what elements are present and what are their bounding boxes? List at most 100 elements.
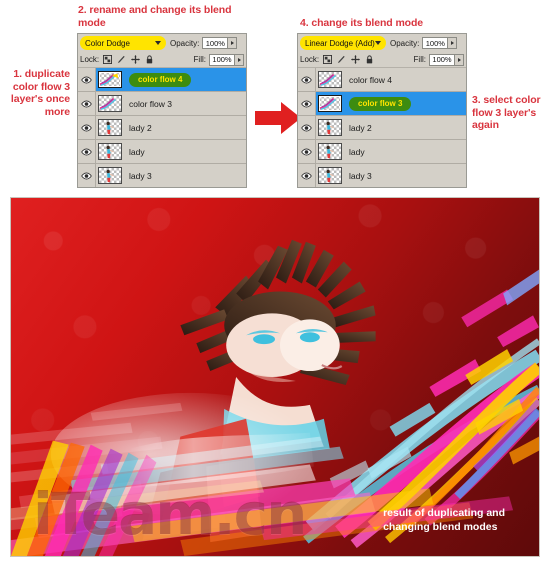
- table-row[interactable]: lady 2: [298, 116, 466, 140]
- layer-visibility-toggle[interactable]: [298, 164, 316, 187]
- layer-name[interactable]: lady 3: [349, 171, 372, 181]
- blend-mode-dropdown[interactable]: Linear Dodge (Add): [300, 36, 386, 50]
- layer-thumbnail-lady[interactable]: [98, 167, 122, 184]
- lock-icon-group: [103, 55, 154, 64]
- lock-row: Lock: Fill: 100%: [78, 52, 246, 68]
- fill-control: Fill: 100%: [413, 53, 464, 66]
- eye-icon: [301, 148, 312, 155]
- lock-image-pixels-icon[interactable]: [117, 55, 126, 64]
- fill-input[interactable]: 100%: [209, 53, 235, 66]
- opacity-control: Opacity: 100%: [170, 37, 238, 49]
- lock-image-pixels-icon[interactable]: [337, 55, 346, 64]
- opacity-input[interactable]: 100%: [422, 37, 449, 49]
- layer-name[interactable]: lady: [349, 147, 365, 157]
- lock-label: Lock:: [80, 55, 100, 64]
- blend-mode-row: Linear Dodge (Add) Opacity: 100%: [298, 34, 466, 52]
- layer-visibility-toggle[interactable]: [78, 68, 96, 91]
- eye-icon: [301, 100, 312, 107]
- eye-icon: [81, 172, 92, 179]
- layer-visibility-toggle[interactable]: [78, 140, 96, 163]
- fill-control: Fill: 100%: [193, 53, 244, 66]
- table-row[interactable]: color flow 4: [298, 68, 466, 92]
- layer-thumbnail-lady[interactable]: [98, 143, 122, 160]
- table-row[interactable]: color flow 4: [78, 68, 246, 92]
- layer-name[interactable]: color flow 4: [349, 75, 392, 85]
- layer-visibility-toggle[interactable]: [78, 116, 96, 139]
- blend-mode-value: Linear Dodge (Add): [305, 38, 375, 48]
- color-flow-thumb-art: [319, 73, 336, 86]
- layer-visibility-toggle[interactable]: [298, 140, 316, 163]
- color-flow-thumb-art: [319, 97, 336, 110]
- layer-thumbnail-lady[interactable]: [318, 167, 342, 184]
- lock-transparent-pixels-icon[interactable]: [323, 55, 333, 64]
- layer-thumbnail-lady[interactable]: [318, 119, 342, 136]
- lock-position-icon[interactable]: [131, 55, 141, 64]
- lock-icon-group: [323, 55, 374, 64]
- table-row[interactable]: lady 3: [78, 164, 246, 187]
- lady-thumb-art: [326, 121, 334, 135]
- fill-label: Fill:: [413, 55, 426, 64]
- opacity-label: Opacity:: [390, 38, 420, 48]
- layer-thumbnail-color-flow[interactable]: [318, 95, 342, 112]
- layer-name[interactable]: lady 2: [129, 123, 152, 133]
- layer-visibility-toggle[interactable]: [298, 116, 316, 139]
- fill-stepper[interactable]: [455, 53, 464, 66]
- lock-all-icon[interactable]: [145, 55, 154, 64]
- opacity-input[interactable]: 100%: [202, 37, 229, 49]
- eye-icon: [301, 76, 312, 83]
- red-arrow-icon: [255, 102, 301, 134]
- table-row[interactable]: lady: [298, 140, 466, 164]
- table-row[interactable]: color flow 3: [78, 92, 246, 116]
- color-flow-thumb-art: [99, 97, 116, 110]
- lady-thumb-art: [326, 169, 334, 183]
- lock-label: Lock:: [300, 55, 320, 64]
- table-row[interactable]: color flow 3: [298, 92, 466, 116]
- layer-thumbnail-lady[interactable]: [98, 119, 122, 136]
- layer-name[interactable]: lady 2: [349, 123, 372, 133]
- layer-name[interactable]: lady 3: [129, 171, 152, 181]
- opacity-stepper[interactable]: [228, 37, 238, 49]
- layer-name[interactable]: lady: [129, 147, 145, 157]
- fill-label: Fill:: [193, 55, 206, 64]
- layer-visibility-toggle[interactable]: [298, 92, 316, 115]
- blend-mode-value: Color Dodge: [85, 38, 130, 48]
- lock-row: Lock: Fill: 100%: [298, 52, 466, 68]
- annotation-step-1: 1. duplicate color flow 3 layer's once m…: [10, 68, 70, 118]
- fill-stepper[interactable]: [235, 53, 244, 66]
- eye-icon: [81, 148, 92, 155]
- annotation-step-4: 4. change its blend mode: [300, 17, 424, 29]
- layer-thumbnail-color-flow[interactable]: [98, 71, 122, 88]
- layer-thumbnail-color-flow[interactable]: [98, 95, 122, 112]
- opacity-stepper[interactable]: [448, 37, 458, 49]
- layer-visibility-toggle[interactable]: [78, 164, 96, 187]
- layer-name[interactable]: color flow 3: [129, 99, 172, 109]
- lock-position-icon[interactable]: [351, 55, 361, 64]
- chevron-down-icon: [155, 41, 161, 45]
- table-row[interactable]: lady 3: [298, 164, 466, 187]
- layer-thumbnail-lady[interactable]: [318, 143, 342, 160]
- color-flow-thumb-art: [99, 73, 119, 86]
- annotation-step-2: 2. rename and change its blend mode: [78, 4, 232, 29]
- layer-name[interactable]: color flow 3: [349, 96, 412, 111]
- table-row[interactable]: lady 2: [78, 116, 246, 140]
- layer-visibility-toggle[interactable]: [78, 92, 96, 115]
- lady-thumb-art: [106, 169, 114, 183]
- layers-list: color flow 4 color flow 3 lady 2 lady la…: [78, 68, 246, 187]
- chevron-down-icon: [375, 41, 381, 45]
- eye-icon: [301, 172, 312, 179]
- layer-visibility-toggle[interactable]: [298, 68, 316, 91]
- blend-mode-dropdown[interactable]: Color Dodge: [80, 36, 166, 50]
- eye-icon: [81, 124, 92, 131]
- layer-thumbnail-color-flow[interactable]: [318, 71, 342, 88]
- blend-mode-row: Color Dodge Opacity: 100%: [78, 34, 246, 52]
- layers-list: color flow 4 color flow 3 lady 2 lady la…: [298, 68, 466, 187]
- layer-name[interactable]: color flow 4: [129, 72, 192, 87]
- layers-panel-before: Color Dodge Opacity: 100% Lock: Fill: 10…: [77, 33, 247, 188]
- fill-input[interactable]: 100%: [429, 53, 455, 66]
- result-caption: result of duplicating and changing blend…: [383, 506, 505, 534]
- result-artwork: iTeam.cn result of duplicating and chang…: [10, 197, 540, 557]
- table-row[interactable]: lady: [78, 140, 246, 164]
- lock-all-icon[interactable]: [365, 55, 374, 64]
- lock-transparent-pixels-icon[interactable]: [103, 55, 113, 64]
- caption-line-1: result of duplicating and: [383, 507, 505, 519]
